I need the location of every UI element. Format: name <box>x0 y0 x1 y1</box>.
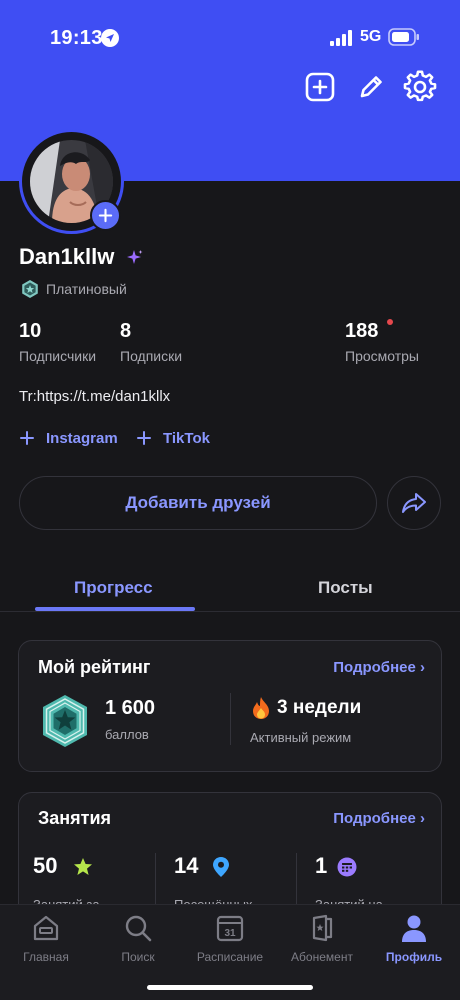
activity-count-3: 1 <box>315 853 328 878</box>
star-icon <box>74 858 92 875</box>
chevron-right-icon: › <box>420 810 425 827</box>
nav-home-label: Главная <box>23 950 69 964</box>
rating-card-title: Мой рейтинг <box>38 657 151 677</box>
streak-label: Активный режим <box>250 730 352 745</box>
add-friends-label: Добавить друзей <box>125 493 271 512</box>
add-square-icon[interactable] <box>303 70 337 104</box>
sparkle-icon <box>127 250 143 264</box>
calendar-day: 31 <box>224 928 236 939</box>
views-count[interactable]: 188 <box>345 320 378 343</box>
activity-divider <box>296 853 297 909</box>
chevron-right-icon: › <box>420 659 425 676</box>
rating-points-label: баллов <box>105 727 149 742</box>
fire-icon <box>253 697 269 719</box>
activity-more-link[interactable]: Подробнее › <box>333 810 425 827</box>
activity-divider <box>155 853 156 909</box>
notification-dot <box>387 319 393 325</box>
calendar-grid-icon <box>337 857 357 877</box>
activity-count-2: 14 <box>174 853 199 878</box>
tier-label: Платиновый <box>46 281 127 297</box>
activity-card-title: Занятия <box>38 808 112 828</box>
add-friends-button[interactable]: Добавить друзей <box>19 476 377 530</box>
nav-home[interactable]: Главная <box>0 913 92 964</box>
calendar-icon: 31 <box>216 915 244 942</box>
battery-icon <box>388 28 419 46</box>
tab-divider <box>0 611 460 612</box>
add-photo-button[interactable] <box>90 200 121 231</box>
streak-value: 3 недели <box>277 697 362 718</box>
nav-schedule[interactable]: 31 Расписание <box>184 913 276 964</box>
location-pin-icon <box>213 857 229 877</box>
nav-membership-label: Абонемент <box>291 950 353 964</box>
views-label[interactable]: Просмотры <box>345 348 419 364</box>
location-arrow-icon <box>101 29 119 47</box>
share-button[interactable] <box>387 476 441 530</box>
followers-label[interactable]: Подписчики <box>19 348 96 364</box>
tab-posts[interactable]: Посты <box>318 578 373 598</box>
tiktok-link[interactable]: TikTok <box>163 430 210 447</box>
membership-card-icon <box>312 914 333 942</box>
instagram-link[interactable]: Instagram <box>46 430 118 447</box>
platinum-badge-icon <box>22 280 38 298</box>
rating-more-label: Подробнее <box>333 659 416 676</box>
nav-schedule-label: Расписание <box>196 950 264 964</box>
rating-card: Мой рейтинг Подробнее › 1 600 баллов 3 н… <box>18 640 442 772</box>
activity-count-1: 50 <box>33 853 58 878</box>
profile-bio: Tr:https://t.me/dan1kllx <box>19 388 171 405</box>
network-label: 5G <box>360 28 382 45</box>
nav-profile-label: Профиль <box>385 950 443 964</box>
followers-count[interactable]: 10 <box>19 320 41 343</box>
share-arrow-icon <box>402 493 426 513</box>
status-bar: 19:13 5G <box>0 0 460 70</box>
home-indicator <box>147 985 313 990</box>
status-time: 19:13 <box>50 27 103 49</box>
nav-membership[interactable]: Абонемент <box>276 913 368 964</box>
plus-icon <box>137 431 151 445</box>
nav-profile[interactable]: Профиль <box>368 913 460 964</box>
activity-more-label: Подробнее <box>333 810 416 827</box>
rating-points: 1 600 <box>105 697 156 719</box>
pencil-icon[interactable] <box>354 70 388 104</box>
rating-star-badge-icon <box>43 695 87 747</box>
signal-icon <box>330 30 352 46</box>
search-icon <box>125 915 152 942</box>
profile-username: Dan1kllw <box>19 244 115 269</box>
profile-icon <box>402 915 426 942</box>
nav-search-label: Поиск <box>121 950 155 964</box>
gear-icon[interactable] <box>403 70 437 104</box>
following-label[interactable]: Подписки <box>120 348 182 364</box>
tab-progress[interactable]: Прогресс <box>74 578 153 598</box>
rating-divider <box>230 693 231 745</box>
following-count[interactable]: 8 <box>120 320 131 343</box>
rating-more-link[interactable]: Подробнее › <box>333 659 425 676</box>
plus-icon <box>20 431 34 445</box>
nav-search[interactable]: Поиск <box>92 913 184 964</box>
home-icon <box>33 915 59 941</box>
